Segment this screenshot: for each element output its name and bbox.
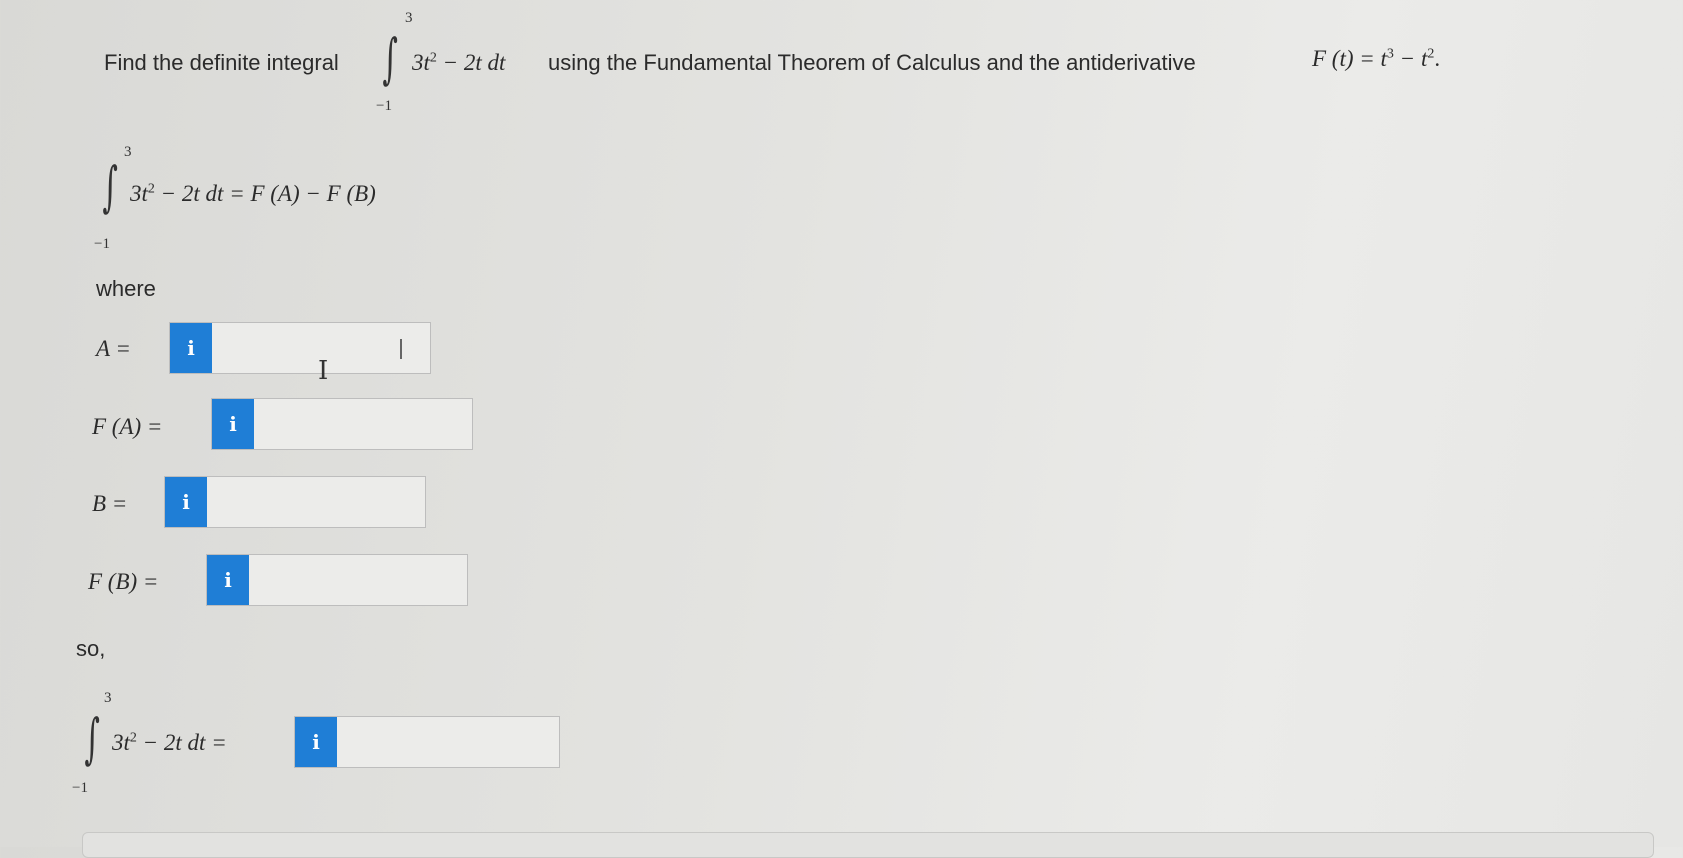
final-rhs: − 2t dt = (136, 730, 227, 755)
integrand-exp: 2 (429, 50, 437, 66)
answer-field-integral: i (294, 716, 560, 768)
label-fb: F (B) = (88, 569, 159, 594)
ibeam-cursor-icon: I (318, 356, 329, 386)
input-integral[interactable] (337, 717, 559, 767)
antideriv-lhs: F (t) = t (1312, 46, 1387, 71)
formula-exp: 2 (147, 181, 155, 197)
where-label: where (96, 276, 156, 301)
question-integrand: 3t2 − 2t dt (412, 50, 505, 76)
input-fb[interactable] (249, 555, 467, 605)
integrand-rest: − 2t dt (436, 50, 506, 75)
info-icon[interactable]: i (165, 477, 207, 527)
antideriv-mid: − t (1393, 46, 1428, 71)
antideriv-end: . (1434, 46, 1441, 71)
answer-field-a: i (169, 322, 431, 374)
question-text: Find the definite integral (104, 50, 339, 76)
formula-rhs: − 2t dt = F (A) − F (B) (154, 181, 376, 206)
antiderivative-formula: F (t) = t3 − t2. (1312, 46, 1440, 72)
integral-upper-limit: 3 (405, 10, 413, 26)
info-icon[interactable]: i (170, 323, 212, 373)
bottom-panel (82, 832, 1654, 858)
label-b: B = (92, 491, 128, 516)
info-icon[interactable]: i (295, 717, 337, 767)
info-icon[interactable]: i (212, 399, 254, 449)
label-a: A = (96, 336, 131, 361)
label-fa: F (A) = (92, 414, 163, 439)
info-icon[interactable]: i (207, 555, 249, 605)
formula-expression: 3t2 − 2t dt = F (A) − F (B) (130, 181, 376, 207)
input-b[interactable] (207, 477, 425, 527)
question-prefix: Find the definite integral (104, 50, 339, 75)
formula-upper-limit: 3 (124, 144, 132, 160)
input-fa[interactable] (254, 399, 472, 449)
answer-field-fa: i (211, 398, 473, 450)
text-caret (400, 339, 402, 359)
antideriv-exp1: 3 (1386, 46, 1394, 62)
integral-sign: ∫ (382, 27, 398, 90)
final-coef: 3t (112, 730, 130, 755)
formula-coef: 3t (130, 181, 148, 206)
final-integral-sign: ∫ (84, 707, 100, 770)
answer-field-fb: i (206, 554, 468, 606)
integrand-coef: 3t (412, 50, 430, 75)
formula-integral-sign: ∫ (102, 155, 118, 218)
formula-lower-limit: −1 (94, 236, 110, 252)
final-lower-limit: −1 (72, 780, 88, 796)
final-upper-limit: 3 (104, 690, 112, 706)
question-middle-text: using the Fundamental Theorem of Calculu… (548, 50, 1196, 75)
final-exp: 2 (129, 730, 137, 746)
so-label: so, (76, 636, 106, 661)
answer-field-b: i (164, 476, 426, 528)
integral-lower-limit: −1 (376, 98, 392, 114)
final-expression: 3t2 − 2t dt = (112, 730, 227, 756)
